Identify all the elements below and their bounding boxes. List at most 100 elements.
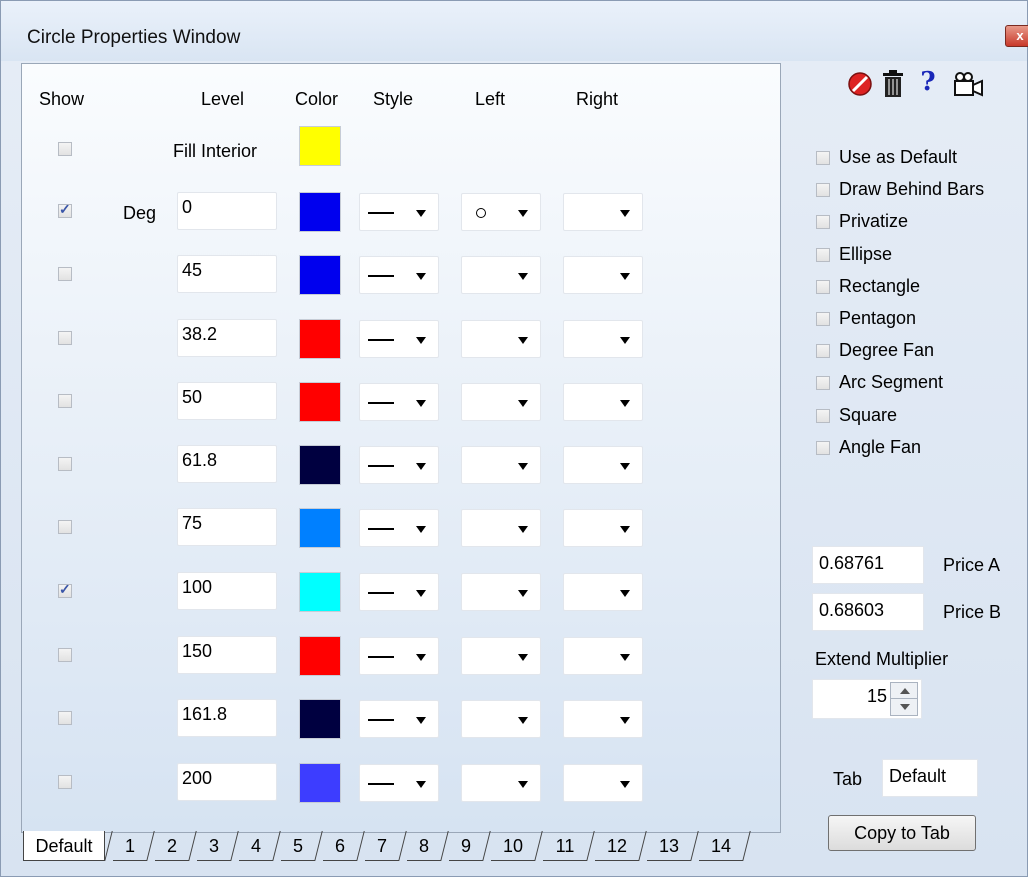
fill-interior-checkbox[interactable] [58, 142, 72, 156]
no-entry-icon[interactable] [846, 71, 874, 101]
left-end-dropdown[interactable] [461, 256, 541, 294]
style-dropdown[interactable] [359, 764, 439, 802]
show-checkbox[interactable] [58, 711, 72, 725]
right-end-dropdown[interactable] [563, 446, 643, 484]
left-end-dropdown[interactable] [461, 193, 541, 231]
help-icon[interactable]: ? [917, 67, 939, 97]
option-checkbox[interactable] [816, 279, 830, 294]
right-end-dropdown[interactable] [563, 193, 643, 231]
tab-1[interactable]: 1 [113, 831, 147, 861]
close-button[interactable]: x [1005, 25, 1028, 47]
style-dropdown[interactable] [359, 573, 439, 611]
color-swatch[interactable] [299, 255, 341, 295]
show-checkbox[interactable] [58, 520, 72, 534]
price-b-input[interactable]: 0.68603 [812, 593, 924, 631]
right-end-dropdown[interactable] [563, 256, 643, 294]
style-dropdown[interactable] [359, 256, 439, 294]
tab-8[interactable]: 8 [407, 831, 441, 861]
show-checkbox[interactable] [58, 267, 72, 281]
option-checkbox[interactable] [816, 344, 830, 359]
tab-9[interactable]: 9 [449, 831, 483, 861]
show-checkbox[interactable] [58, 648, 72, 662]
color-swatch[interactable] [299, 636, 341, 676]
level-input[interactable]: 0 [177, 192, 277, 230]
tab-12[interactable]: 12 [595, 831, 639, 861]
level-input[interactable]: 100 [177, 572, 277, 610]
trash-icon[interactable] [879, 69, 907, 99]
tab-7[interactable]: 7 [365, 831, 399, 861]
show-checkbox[interactable] [58, 581, 72, 598]
level-input[interactable]: 50 [177, 382, 277, 420]
right-end-dropdown[interactable] [563, 320, 643, 358]
option-checkbox[interactable] [816, 376, 830, 391]
extend-multiplier-spinner[interactable] [890, 682, 918, 716]
show-checkbox[interactable] [58, 201, 72, 218]
tab-6[interactable]: 6 [323, 831, 357, 861]
show-checkbox[interactable] [58, 394, 72, 408]
level-input[interactable]: 45 [177, 255, 277, 293]
level-input[interactable]: 38.2 [177, 319, 277, 357]
style-dropdown[interactable] [359, 383, 439, 421]
left-end-dropdown[interactable] [461, 320, 541, 358]
option-checkbox[interactable] [816, 215, 830, 230]
color-swatch[interactable] [299, 699, 341, 739]
color-swatch[interactable] [299, 192, 341, 232]
right-end-dropdown[interactable] [563, 573, 643, 611]
right-end-dropdown[interactable] [563, 764, 643, 802]
tab-13[interactable]: 13 [647, 831, 691, 861]
level-input[interactable]: 75 [177, 508, 277, 546]
copy-to-tab-button[interactable]: Copy to Tab [828, 815, 976, 851]
camera-icon[interactable] [951, 71, 985, 101]
level-input[interactable]: 161.8 [177, 699, 277, 737]
level-input[interactable]: 150 [177, 636, 277, 674]
fill-color-swatch[interactable] [299, 126, 341, 166]
show-checkbox[interactable] [58, 331, 72, 345]
left-end-dropdown[interactable] [461, 573, 541, 611]
style-dropdown[interactable] [359, 193, 439, 231]
option-checkbox[interactable] [816, 151, 830, 165]
option-checkbox[interactable] [816, 247, 830, 262]
option-checkbox[interactable] [816, 440, 830, 455]
tab-10[interactable]: 10 [491, 831, 535, 861]
style-dropdown[interactable] [359, 637, 439, 675]
color-swatch[interactable] [299, 763, 341, 803]
level-input[interactable]: 61.8 [177, 445, 277, 483]
right-end-dropdown[interactable] [563, 700, 643, 738]
right-end-dropdown[interactable] [563, 383, 643, 421]
color-swatch[interactable] [299, 319, 341, 359]
color-swatch[interactable] [299, 382, 341, 422]
chevron-down-icon [620, 717, 630, 724]
tab-default[interactable]: Default [23, 831, 105, 861]
left-end-dropdown[interactable] [461, 509, 541, 547]
color-swatch[interactable] [299, 508, 341, 548]
tab-name-input[interactable]: Default [882, 759, 978, 797]
left-end-dropdown[interactable] [461, 764, 541, 802]
option-checkbox[interactable] [816, 312, 830, 326]
style-dropdown[interactable] [359, 320, 439, 358]
color-swatch[interactable] [299, 445, 341, 485]
style-dropdown[interactable] [359, 446, 439, 484]
style-dropdown[interactable] [359, 700, 439, 738]
right-end-dropdown[interactable] [563, 637, 643, 675]
tab-3[interactable]: 3 [197, 831, 231, 861]
left-end-dropdown[interactable] [461, 637, 541, 675]
tab-14[interactable]: 14 [699, 831, 743, 861]
right-end-dropdown[interactable] [563, 509, 643, 547]
level-input[interactable]: 200 [177, 763, 277, 801]
left-end-dropdown[interactable] [461, 446, 541, 484]
tab-5[interactable]: 5 [281, 831, 315, 861]
show-checkbox[interactable] [58, 775, 72, 789]
color-swatch[interactable] [299, 572, 341, 612]
price-a-input[interactable]: 0.68761 [812, 546, 924, 584]
option-checkbox[interactable] [816, 183, 830, 198]
option-checkbox[interactable] [816, 408, 830, 423]
show-checkbox[interactable] [58, 457, 72, 471]
left-end-dropdown[interactable] [461, 700, 541, 738]
tab-4[interactable]: 4 [239, 831, 273, 861]
tab-2[interactable]: 2 [155, 831, 189, 861]
style-dropdown[interactable] [359, 509, 439, 547]
solid-line-icon [368, 592, 394, 594]
price-a-label: Price A [943, 555, 1001, 575]
tab-11[interactable]: 11 [543, 831, 587, 861]
left-end-dropdown[interactable] [461, 383, 541, 421]
